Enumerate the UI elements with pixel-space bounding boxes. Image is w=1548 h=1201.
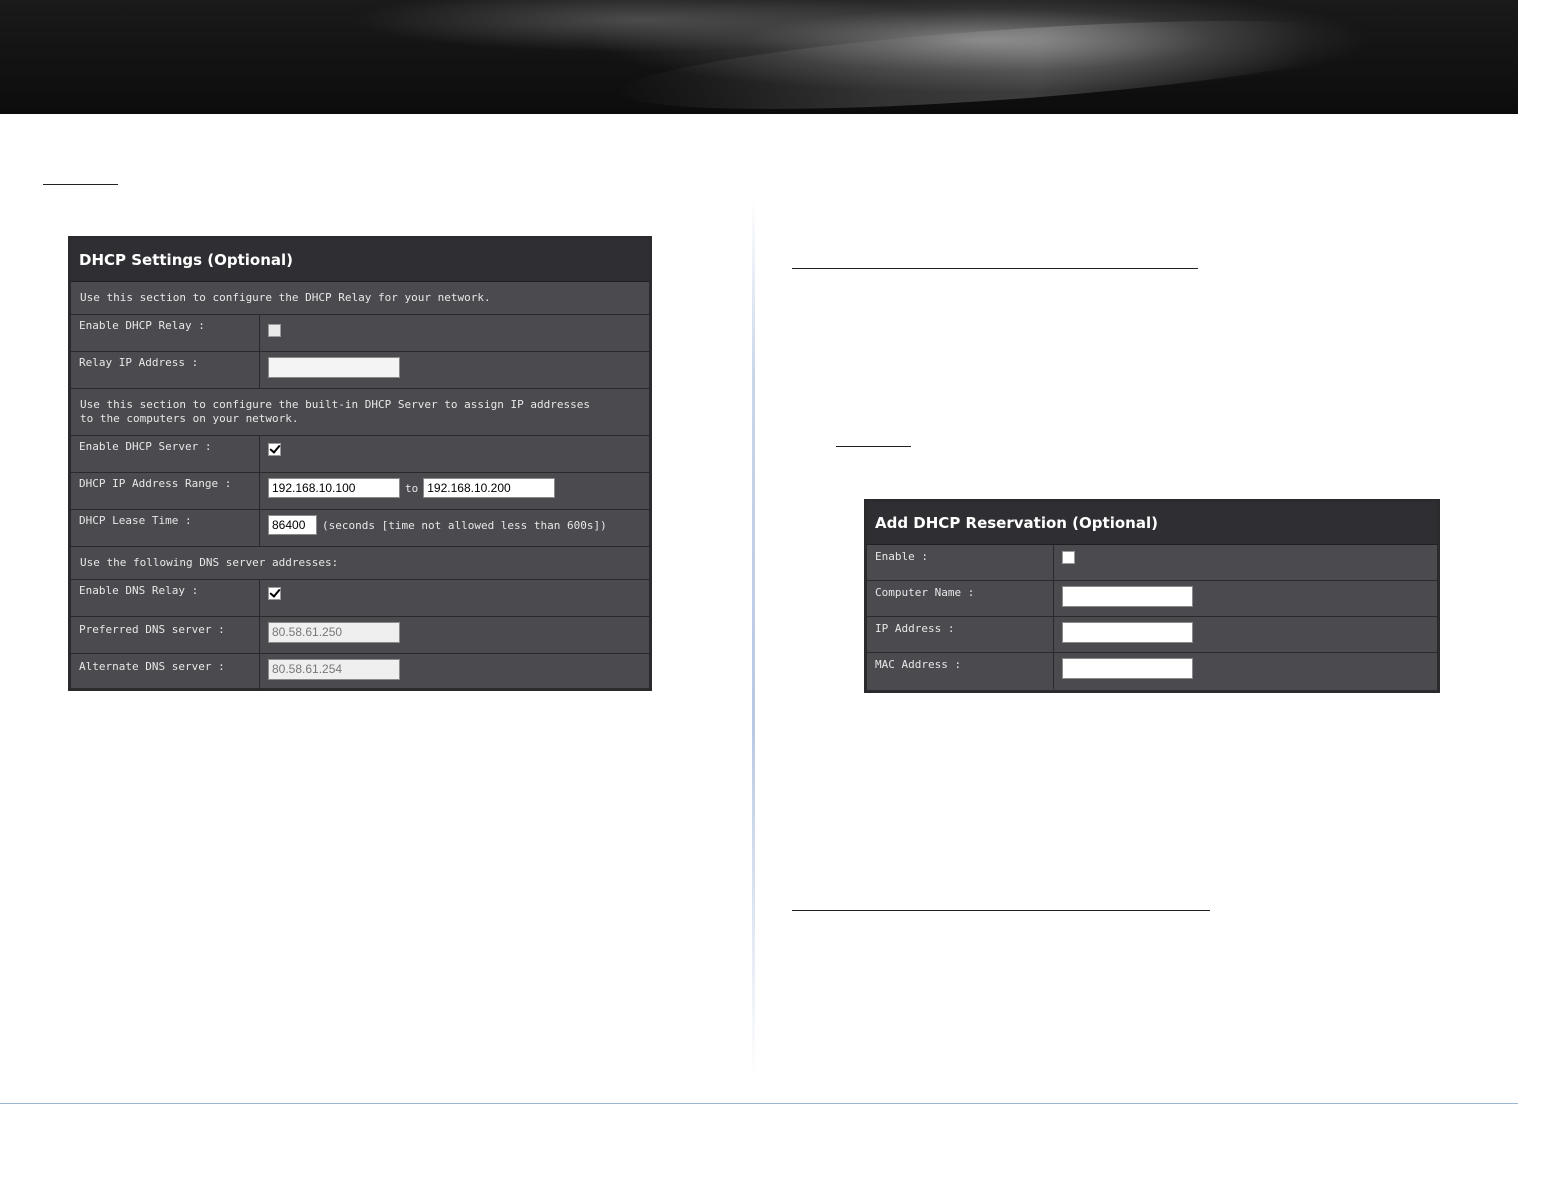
enable-dhcp-relay-row: Enable DHCP Relay : [71,315,649,352]
dhcp-range-to-text: to [405,482,419,495]
enable-dns-relay-label: Enable DNS Relay : [71,580,260,616]
reservation-ip-input[interactable] [1062,622,1193,643]
dhcp-range-cell: 192.168.10.100 to 192.168.10.200 [260,473,649,509]
right-heading-underline-1 [792,268,1198,269]
preferred-dns-cell: 80.58.61.250 [260,617,649,653]
relay-ip-cell [260,352,649,388]
computer-name-input[interactable] [1062,586,1193,607]
enable-dhcp-relay-label: Enable DHCP Relay : [71,315,260,351]
left-underline [43,184,118,185]
alternate-dns-label: Alternate DNS server : [71,654,260,691]
right-underline-small [836,446,911,447]
relay-ip-label: Relay IP Address : [71,352,260,388]
lease-time-label: DHCP Lease Time : [71,510,260,546]
reservation-enable-row: Enable : [867,545,1437,581]
enable-dns-relay-cell [260,580,649,616]
reservation-enable-label: Enable : [867,545,1054,580]
alternate-dns-row: Alternate DNS server : 80.58.61.254 [71,654,649,691]
preferred-dns-row: Preferred DNS server : 80.58.61.250 [71,617,649,654]
relay-note: Use this section to configure the DHCP R… [71,282,649,315]
computer-name-label: Computer Name : [867,581,1054,616]
dns-note: Use the following DNS server addresses: [71,547,649,580]
server-note: Use this section to configure the built-… [71,389,649,436]
reservation-enable-checkbox[interactable] [1062,551,1075,564]
preferred-dns-input[interactable]: 80.58.61.250 [268,622,400,643]
reservation-ip-cell [1054,617,1437,652]
right-heading-underline-2 [792,910,1210,911]
relay-ip-row: Relay IP Address : [71,352,649,389]
lease-time-row: DHCP Lease Time : 86400 (seconds [time n… [71,510,649,547]
dhcp-range-row: DHCP IP Address Range : 192.168.10.100 t… [71,473,649,510]
enable-dhcp-relay-cell [260,315,649,351]
footer-rule [0,1103,1518,1104]
lease-time-note: (seconds [time not allowed less than 600… [322,519,607,532]
banner-streak [620,3,1380,127]
dhcp-settings-panel: DHCP Settings (Optional) Use this sectio… [68,236,652,691]
reservation-ip-label: IP Address : [867,617,1054,652]
enable-dns-relay-checkbox[interactable] [268,587,281,600]
lease-time-input[interactable]: 86400 [268,515,317,535]
dhcp-settings-title: DHCP Settings (Optional) [71,239,649,282]
dhcp-range-end-input[interactable]: 192.168.10.200 [423,478,556,498]
alternate-dns-cell: 80.58.61.254 [260,654,649,691]
mac-address-input[interactable] [1062,658,1193,679]
relay-ip-input[interactable] [268,357,400,378]
enable-dhcp-server-row: Enable DHCP Server : [71,436,649,473]
computer-name-row: Computer Name : [867,581,1437,617]
enable-dns-relay-row: Enable DNS Relay : [71,580,649,617]
enable-dhcp-server-checkbox[interactable] [268,443,281,456]
preferred-dns-label: Preferred DNS server : [71,617,260,653]
lease-time-cell: 86400 (seconds [time not allowed less th… [260,510,649,546]
mac-address-cell [1054,653,1437,689]
dhcp-range-start-input[interactable]: 192.168.10.100 [268,478,400,498]
header-banner [0,0,1518,127]
enable-dhcp-server-cell [260,436,649,472]
computer-name-cell [1054,581,1437,616]
column-divider [752,200,755,1080]
dhcp-range-label: DHCP IP Address Range : [71,473,260,509]
enable-dhcp-relay-checkbox[interactable] [268,324,281,337]
reservation-enable-cell [1054,545,1437,580]
mac-address-label: MAC Address : [867,653,1054,689]
mac-address-row: MAC Address : [867,653,1437,689]
dhcp-reservation-title: Add DHCP Reservation (Optional) [867,502,1437,545]
reservation-ip-row: IP Address : [867,617,1437,653]
dhcp-reservation-panel: Add DHCP Reservation (Optional) Enable :… [864,499,1440,693]
alternate-dns-input[interactable]: 80.58.61.254 [268,659,400,680]
enable-dhcp-server-label: Enable DHCP Server : [71,436,260,472]
